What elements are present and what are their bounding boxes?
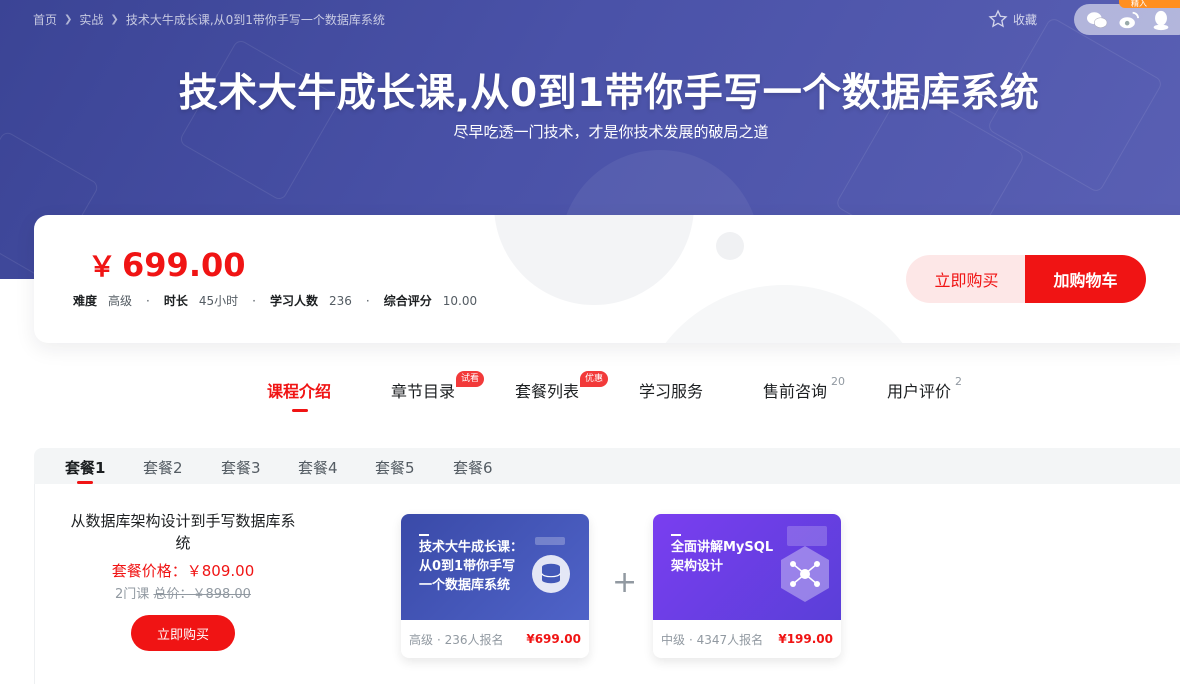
meta-value: 45小时 xyxy=(198,294,239,308)
course-price: ¥199.00 xyxy=(778,632,833,646)
package-tab-4[interactable]: 套餐4 xyxy=(298,457,338,478)
package-tabs: 套餐1 套餐2 套餐3 套餐4 套餐5 套餐6 xyxy=(34,448,1180,484)
course-meta: 难度 高级 · 时长 45小时 · 学习人数 236 · 综合评分 10.00 xyxy=(73,292,477,309)
package-buy-button[interactable]: 立即购买 xyxy=(131,615,235,651)
package-original-price: 总价：￥898.00 xyxy=(153,587,251,602)
meta-label: 时长 xyxy=(163,294,188,308)
course-level: 中级 xyxy=(661,632,686,647)
price-value: 699.00 xyxy=(122,246,246,284)
favorite-button[interactable]: 收藏 xyxy=(988,9,1037,29)
meta-value: 高级 xyxy=(108,294,133,308)
buy-now-button[interactable]: 立即购买 xyxy=(906,255,1027,303)
active-tab-indicator xyxy=(292,409,308,412)
tab-label: 章节目录 xyxy=(391,382,456,401)
tab-services[interactable]: 学习服务 xyxy=(639,378,703,402)
package-tab-3[interactable]: 套餐3 xyxy=(221,457,261,478)
course-price: ￥ 699.00 xyxy=(88,245,246,285)
meta-value: 10.00 xyxy=(442,293,478,308)
course-title-line: 从0到1带你手写 xyxy=(419,559,516,574)
meta-value: 236 xyxy=(329,293,352,308)
wechat-icon[interactable] xyxy=(1086,9,1108,31)
card-decor xyxy=(634,285,934,343)
meta-separator: · xyxy=(365,293,370,308)
share-bar xyxy=(1074,4,1180,35)
price-card: ￥ 699.00 难度 高级 · 时长 45小时 · 学习人数 236 · 综合评… xyxy=(34,215,1180,343)
meta-label: 难度 xyxy=(73,294,98,308)
package-course-card[interactable]: 技术大牛成长课： 从0到1带你手写 一个数据库系统 高级 · 236人报名 ¥6… xyxy=(401,514,589,658)
tab-label: 学习服务 xyxy=(639,382,704,401)
tab-count: 2 xyxy=(955,375,962,388)
tab-consult[interactable]: 售前咨询 20 xyxy=(763,375,845,402)
course-title-line: 架构设计 xyxy=(671,559,724,574)
package-tab-5[interactable]: 套餐5 xyxy=(375,457,415,478)
add-to-cart-button[interactable]: 加购物车 xyxy=(1025,255,1146,303)
tab-count: 20 xyxy=(831,375,845,388)
corner-tag[interactable]: 精入 xyxy=(1119,0,1180,8)
meta-label: 综合评分 xyxy=(383,294,432,308)
tab-label: 用户评价 xyxy=(887,382,952,401)
page-subtitle: 尽早吃透一门技术，才是你技术发展的破局之道 xyxy=(453,123,769,141)
meta-separator: · xyxy=(252,293,256,308)
tab-chapters[interactable]: 章节目录 试看 xyxy=(391,371,485,402)
card-decor xyxy=(494,215,694,305)
plus-icon: + xyxy=(612,565,638,600)
package-tab-2[interactable]: 套餐2 xyxy=(143,457,183,478)
tab-label: 套餐列表 xyxy=(515,382,580,401)
course-tabs: 课程介绍 章节目录 试看 套餐列表 优惠 学习服务 售前咨询 20 用户评价 2 xyxy=(0,371,1180,418)
page-title: 技术大牛成长课,从0到1带你手写一个数据库系统 xyxy=(178,71,1040,116)
package-tab-1[interactable]: 套餐1 xyxy=(65,457,106,484)
meta-label: 学习人数 xyxy=(269,294,318,308)
tab-reviews[interactable]: 用户评价 2 xyxy=(887,375,962,402)
course-title-line: 一个数据库系统 xyxy=(419,578,511,593)
database-icon xyxy=(532,537,570,593)
favorite-label: 收藏 xyxy=(1013,12,1038,27)
star-icon xyxy=(988,9,1008,28)
package-course-count: 2门课 xyxy=(115,587,150,602)
package-course-card[interactable]: 全面讲解MySQL 架构设计 中级 · 4347人报名 ¥199.00 xyxy=(653,514,841,658)
breadcrumb-home[interactable]: 首页 xyxy=(33,11,57,28)
course-title-line: 技术大牛成长课： xyxy=(419,540,524,555)
package-info: 从数据库架构设计到手写数据库系统 套餐价格：￥809.00 2门课 总价：￥89… xyxy=(68,510,298,651)
package-name: 从数据库架构设计到手写数据库系统 xyxy=(70,512,296,552)
package-tab-label: 套餐1 xyxy=(65,459,106,477)
qq-icon[interactable] xyxy=(1150,9,1172,31)
course-title: 技术大牛成长课： 从0到1带你手写 一个数据库系统 xyxy=(419,534,524,595)
weibo-icon[interactable] xyxy=(1118,9,1140,31)
tab-label: 课程介绍 xyxy=(267,382,332,401)
chevron-right-icon: ❯ xyxy=(64,14,73,25)
course-title: 全面讲解MySQL 架构设计 xyxy=(671,534,774,576)
currency-symbol: ￥ xyxy=(88,250,117,283)
breadcrumb-category[interactable]: 实战 xyxy=(79,11,103,28)
network-icon xyxy=(781,526,829,602)
course-title-line: 全面讲解MySQL xyxy=(671,540,774,555)
card-decor xyxy=(716,232,744,260)
course-footer: 中级 · 4347人报名 ¥199.00 xyxy=(653,620,841,658)
breadcrumb-current: 技术大牛成长课,从0到1带你手写一个数据库系统 xyxy=(125,13,385,27)
course-level: 高级 xyxy=(409,632,434,647)
package-price: 套餐价格：￥809.00 xyxy=(111,562,255,580)
course-enroll: · 4347人报名 xyxy=(689,632,764,647)
breadcrumb: 首页 ❯ 实战 ❯ 技术大牛成长课,从0到1带你手写一个数据库系统 xyxy=(33,11,385,28)
meta-separator: · xyxy=(146,293,150,308)
course-enroll: · 236人报名 xyxy=(437,632,504,647)
course-footer: 高级 · 236人报名 ¥699.00 xyxy=(401,620,589,658)
tab-badge: 优惠 xyxy=(580,371,609,387)
package-tab-6[interactable]: 套餐6 xyxy=(453,457,493,478)
tab-label: 售前咨询 xyxy=(763,382,828,401)
package-original: 2门课 总价：￥898.00 xyxy=(68,583,298,602)
course-price: ¥699.00 xyxy=(526,632,581,646)
tab-intro[interactable]: 课程介绍 xyxy=(267,378,332,412)
chevron-right-icon: ❯ xyxy=(110,14,119,25)
tab-packages[interactable]: 套餐列表 优惠 xyxy=(515,371,609,402)
tab-badge: 试看 xyxy=(456,371,485,387)
